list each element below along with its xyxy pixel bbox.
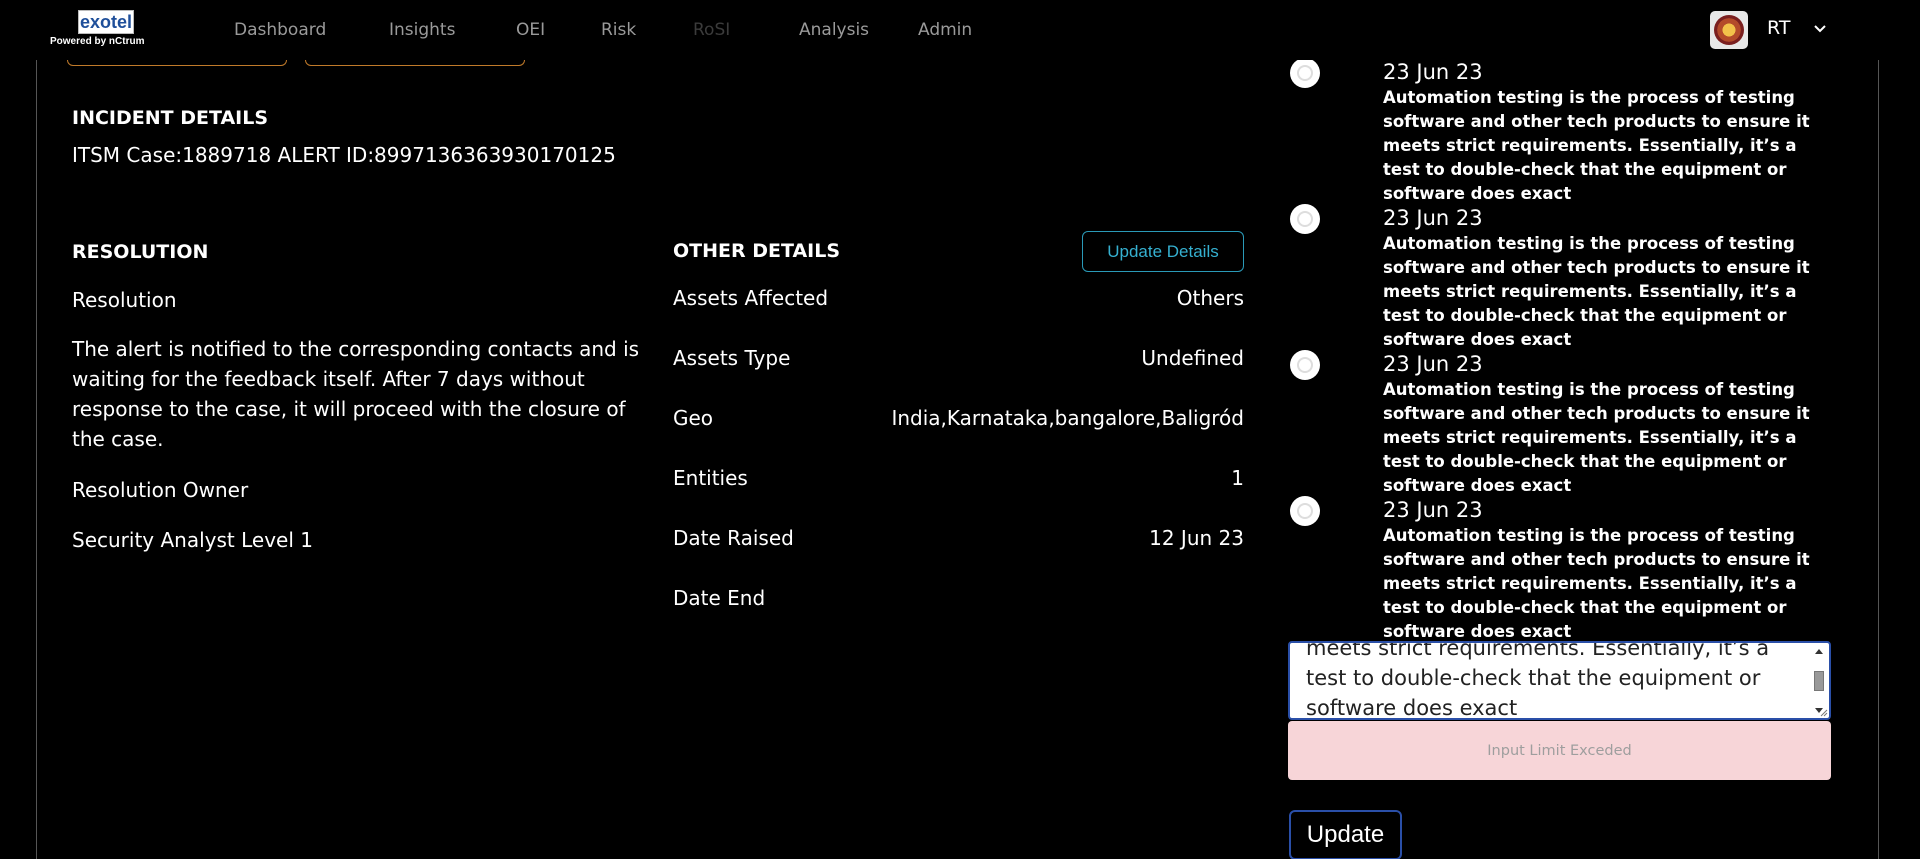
chevron-down-icon[interactable] bbox=[1811, 20, 1829, 38]
nav-item-risk[interactable]: Risk bbox=[601, 20, 636, 40]
timeline-text: Automation testing is the process of tes… bbox=[1383, 88, 1810, 203]
resolution-owner-label: Resolution Owner bbox=[72, 478, 249, 502]
nav-item-analysis[interactable]: Analysis bbox=[799, 20, 869, 40]
nav-item-oei[interactable]: OEI bbox=[516, 20, 545, 40]
scroll-up-icon[interactable] bbox=[1815, 649, 1823, 654]
detail-value-date-raised: 12 Jun 23 bbox=[1149, 526, 1244, 550]
page: exotel Powered by nCtrum Dashboard Insig… bbox=[0, 0, 1920, 859]
detail-label-entities: Entities bbox=[673, 466, 748, 490]
detail-value-entities: 1 bbox=[1231, 466, 1244, 490]
timeline-date: 23 Jun 23 bbox=[1383, 60, 1483, 84]
detail-value-assets-affected: Others bbox=[1176, 286, 1244, 310]
comment-text[interactable]: meets strict requirements. Essentially, … bbox=[1306, 643, 1806, 718]
timeline-dot-icon bbox=[1290, 58, 1320, 88]
timeline-dot-icon bbox=[1290, 350, 1320, 380]
incident-details-heading: INCIDENT DETAILS bbox=[72, 107, 269, 129]
input-limit-error: Input Limit Exceded bbox=[1288, 721, 1831, 780]
update-details-button[interactable]: Update Details bbox=[1082, 231, 1244, 272]
detail-value-geo: India,Karnataka,bangalore,Baligród bbox=[891, 406, 1244, 430]
timeline-text: Automation testing is the process of tes… bbox=[1383, 380, 1810, 495]
timeline-dot-icon bbox=[1290, 496, 1320, 526]
scroll-thumb[interactable] bbox=[1814, 671, 1824, 691]
resolution-text: The alert is notified to the correspondi… bbox=[72, 337, 640, 451]
resize-grip-icon[interactable] bbox=[1818, 707, 1828, 717]
resolution-label: Resolution bbox=[72, 288, 177, 312]
detail-label-date-end: Date End bbox=[673, 586, 766, 610]
brand-logo[interactable]: exotel Powered by nCtrum bbox=[50, 10, 162, 50]
user-avatar[interactable] bbox=[1710, 11, 1748, 49]
update-button[interactable]: Update bbox=[1289, 810, 1402, 859]
resolution-heading: RESOLUTION bbox=[72, 241, 209, 263]
detail-value-assets-type: Undefined bbox=[1141, 346, 1244, 370]
textarea-scrollbar[interactable] bbox=[1813, 647, 1825, 715]
comment-textarea[interactable]: meets strict requirements. Essentially, … bbox=[1288, 641, 1831, 720]
timeline-date: 23 Jun 23 bbox=[1383, 498, 1483, 522]
timeline-date: 23 Jun 23 bbox=[1383, 206, 1483, 230]
other-details-heading: OTHER DETAILS bbox=[673, 240, 841, 262]
user-initials[interactable]: RT bbox=[1767, 17, 1790, 39]
resolution-owner-value: Security Analyst Level 1 bbox=[72, 528, 313, 552]
incident-summary: ITSM Case:1889718 ALERT ID:8997136363930… bbox=[72, 143, 616, 167]
timeline-text: Automation testing is the process of tes… bbox=[1383, 234, 1810, 349]
timeline-dot-icon bbox=[1290, 204, 1320, 234]
timeline-text: Automation testing is the process of tes… bbox=[1383, 526, 1810, 641]
detail-label-assets-affected: Assets Affected bbox=[673, 286, 829, 310]
nav-item-dashboard[interactable]: Dashboard bbox=[234, 20, 326, 40]
frame-border-right bbox=[1878, 60, 1879, 859]
top-navbar: exotel Powered by nCtrum Dashboard Insig… bbox=[0, 0, 1920, 60]
nav-item-insights[interactable]: Insights bbox=[389, 20, 455, 40]
logo-wordmark: exotel bbox=[78, 10, 134, 34]
detail-label-assets-type: Assets Type bbox=[673, 346, 791, 370]
frame-border-left bbox=[36, 60, 37, 859]
detail-label-date-raised: Date Raised bbox=[673, 526, 794, 550]
timeline-date: 23 Jun 23 bbox=[1383, 352, 1483, 376]
powered-by-text: Powered by nCtrum bbox=[50, 36, 145, 47]
nav-item-rosi: RoSI bbox=[693, 20, 731, 40]
avatar-emblem-icon bbox=[1714, 15, 1744, 45]
detail-label-geo: Geo bbox=[673, 406, 714, 430]
nav-item-admin[interactable]: Admin bbox=[918, 20, 972, 40]
